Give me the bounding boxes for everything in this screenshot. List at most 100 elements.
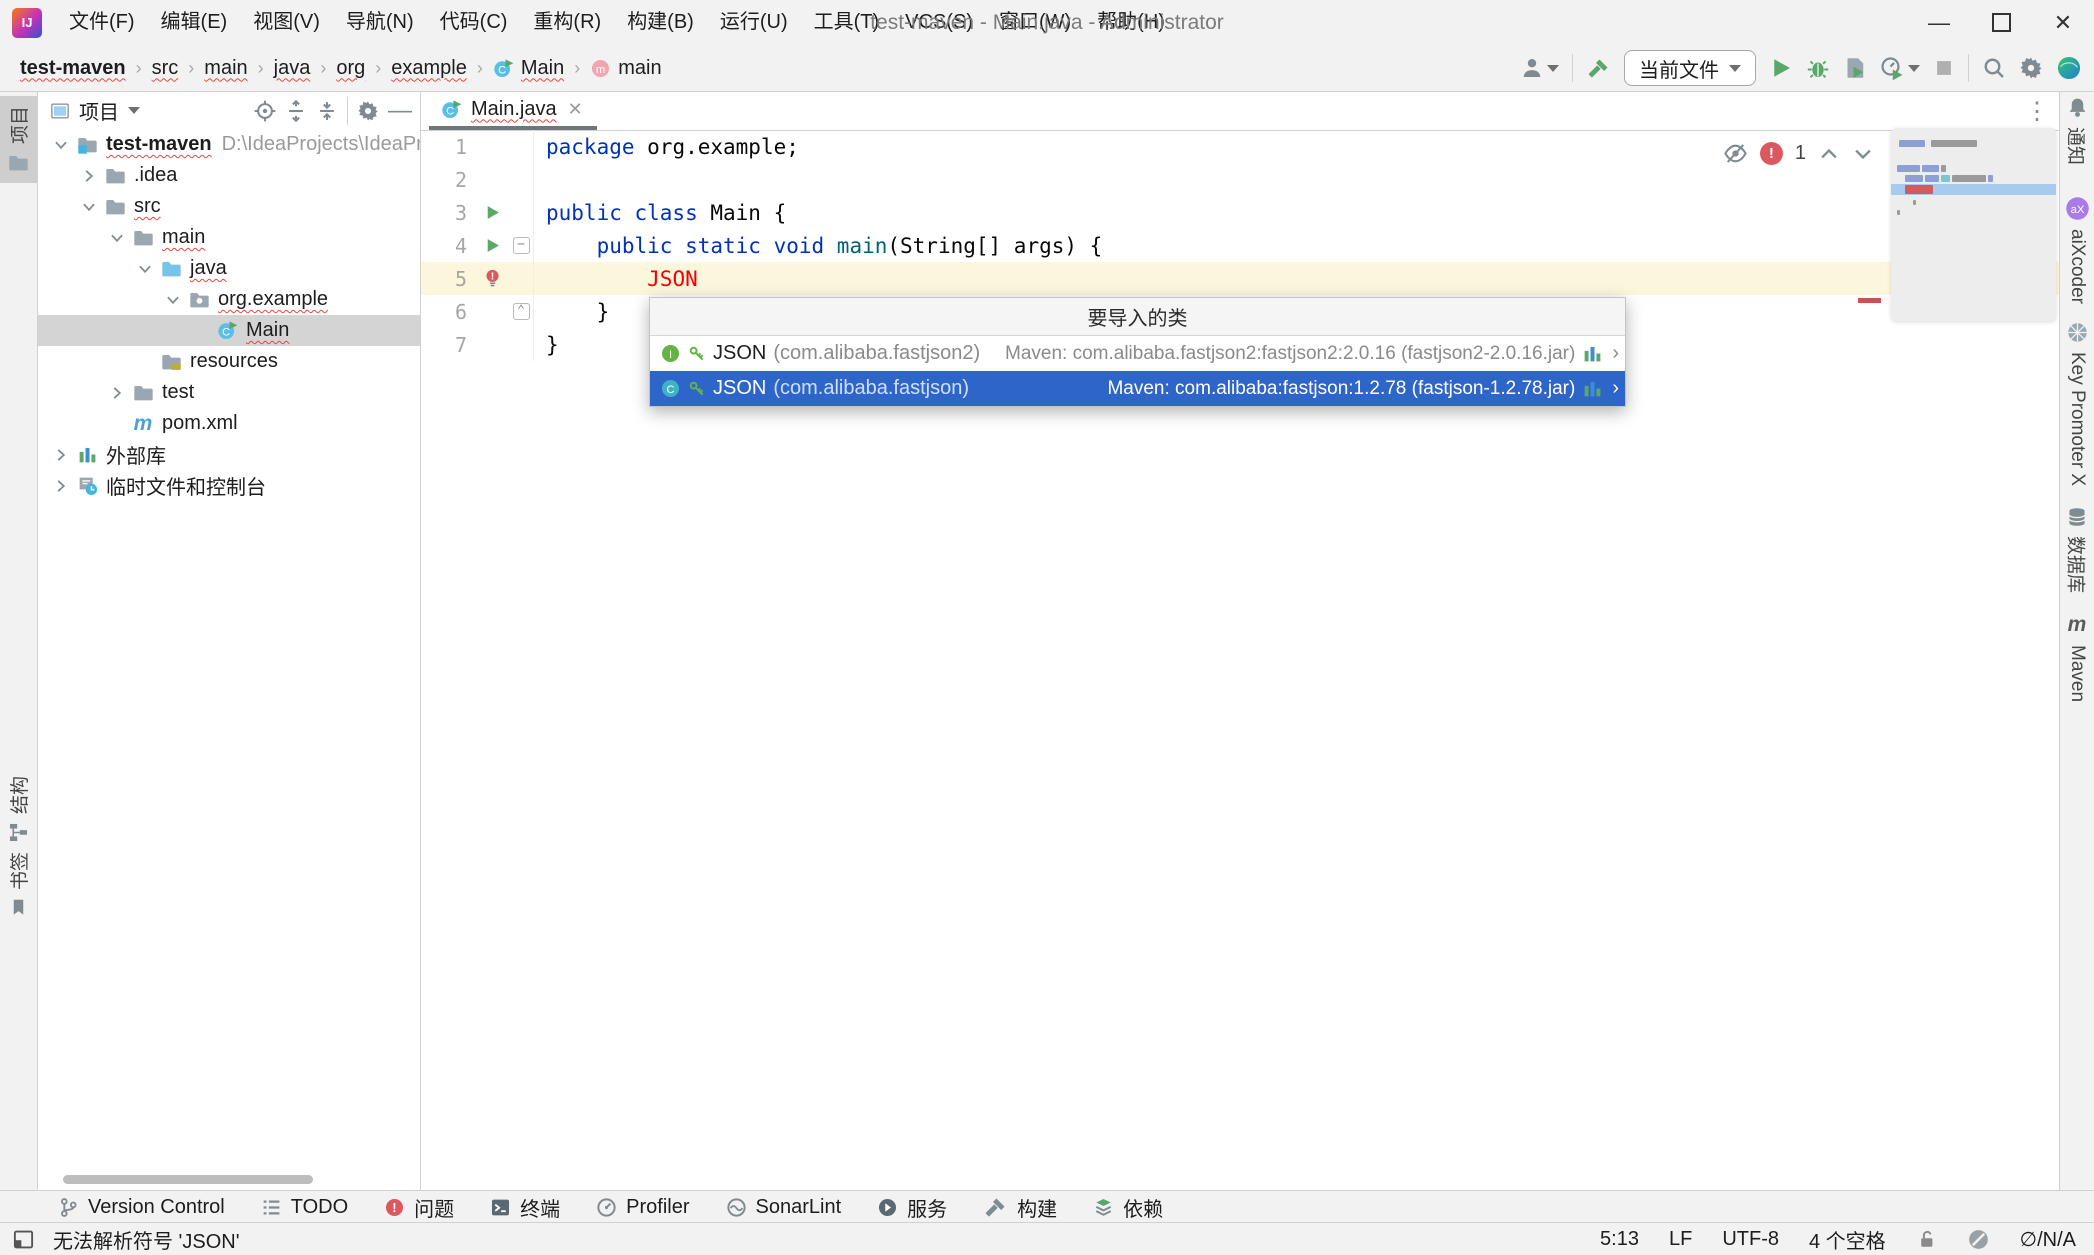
breadcrumb-item[interactable]: CMain (493, 57, 564, 80)
menu-item[interactable]: 构建(B) (614, 11, 707, 33)
code-line[interactable]: 4 − public static void main(String[] arg… (421, 229, 2059, 262)
menu-item[interactable]: 视图(V) (240, 11, 333, 33)
fold-marker-icon[interactable]: − (513, 237, 530, 254)
import-option-com.alibaba.fastjson[interactable]: C JSON (com.alibaba.fastjson) Maven: com… (650, 371, 1625, 406)
tree-item-org.example[interactable]: org.example (38, 284, 420, 315)
tool-window-button-Profiler[interactable]: Profiler (596, 1196, 689, 1219)
stripe-button-structure[interactable]: 结构 (0, 776, 37, 843)
stripe-button-project[interactable]: 项目 (0, 96, 37, 183)
menu-item[interactable]: 导航(N) (333, 11, 427, 33)
stripe-button-数据库[interactable]: 数据库 (2060, 506, 2094, 593)
bug-icon[interactable] (1806, 56, 1830, 80)
tool-window-button-问题[interactable]: !问题 (384, 1193, 454, 1222)
tree-item-外部库[interactable]: 外部库 (38, 439, 420, 470)
tree-item-.idea[interactable]: .idea (38, 160, 420, 191)
stripe-button-bookmarks[interactable]: 书签 (0, 852, 37, 917)
code-line[interactable]: 5 ! JSON (421, 262, 2059, 295)
tree-item-src[interactable]: src (38, 191, 420, 222)
coverage-icon[interactable] (1843, 56, 1867, 80)
chev-right-icon[interactable] (52, 477, 70, 495)
caret-position[interactable]: 5:13 (1600, 1228, 1639, 1251)
tree-item-临时文件和控制台[interactable]: 临时文件和控制台 (38, 470, 420, 501)
breadcrumb-item[interactable]: main (204, 57, 247, 80)
tool-window-button-SonarLint[interactable]: SonarLint (726, 1196, 842, 1219)
play-icon[interactable] (1769, 56, 1793, 80)
gear-icon[interactable] (2019, 56, 2043, 80)
tree-item-java[interactable]: java (38, 253, 420, 284)
tool-window-button-Version Control[interactable]: Version Control (58, 1196, 225, 1219)
indent-setting[interactable]: 4 个空格 (1809, 1225, 1886, 1254)
menu-item[interactable]: 代码(C) (427, 11, 521, 33)
chevron-down-icon[interactable] (128, 107, 140, 114)
breadcrumb-item[interactable]: test-maven (20, 57, 126, 80)
tree-item-main[interactable]: main (38, 222, 420, 253)
minimize-button[interactable]: — (1908, 0, 1970, 45)
run-config-selector[interactable]: 当前文件 (1624, 50, 1756, 86)
tree-item-Main[interactable]: CMain (38, 315, 420, 346)
line-ending[interactable]: LF (1669, 1228, 1692, 1251)
stripe-button-Key Promoter X[interactable]: Key Promoter X (2060, 321, 2094, 486)
vcs-user-button[interactable] (1520, 56, 1559, 80)
chev-right-icon[interactable] (52, 446, 70, 464)
hammer-icon[interactable] (1586, 56, 1611, 81)
chev-down-icon[interactable] (108, 229, 126, 247)
code-line[interactable]: 2 (421, 163, 2059, 196)
menu-item[interactable]: 文件(F) (56, 11, 148, 33)
tool-window-button-服务[interactable]: 服务 (877, 1193, 947, 1222)
stop-icon[interactable] (1933, 57, 1955, 79)
reader-mode-off-icon[interactable] (1723, 141, 1748, 166)
breadcrumb-item[interactable]: example (391, 57, 467, 80)
tool-window-quick-access-icon[interactable] (12, 1228, 35, 1251)
prev-problem-icon[interactable] (1818, 143, 1840, 165)
chev-right-icon[interactable] (80, 167, 98, 185)
code-minimap[interactable] (1891, 128, 2056, 321)
unlock-icon[interactable] (1916, 1229, 1937, 1250)
code-vision-icon[interactable] (1967, 1228, 1990, 1251)
collapse-all-icon[interactable] (316, 100, 338, 122)
tool-window-button-终端[interactable]: 终端 (490, 1193, 560, 1222)
fold-end-icon[interactable]: ⌃ (513, 303, 530, 320)
memory-ratio[interactable]: ∅/N/A (2020, 1227, 2076, 1252)
run-arrow-icon[interactable] (484, 204, 501, 221)
settings-gear-icon[interactable] (357, 100, 379, 122)
tab-options-icon[interactable]: ⋮ (2025, 97, 2049, 126)
stripe-button-Maven[interactable]: m Maven (2060, 613, 2094, 702)
sphere-icon[interactable] (2056, 55, 2082, 81)
stripe-button-aiXcoder[interactable]: aX aiXcoder (2060, 196, 2094, 304)
chev-down-icon[interactable] (52, 136, 70, 154)
profiler-run-button[interactable] (1880, 56, 1920, 80)
import-option-com.alibaba.fastjson2[interactable]: I JSON (com.alibaba.fastjson2) Maven: co… (650, 336, 1625, 371)
breadcrumb-item[interactable]: mmain (590, 57, 661, 80)
bulb-error-icon[interactable]: ! (482, 268, 503, 289)
tree-item-resources[interactable]: resources (38, 346, 420, 377)
tree-item-test-maven[interactable]: test-mavenD:\IdeaProjects\IdeaProje (38, 129, 420, 160)
tree-item-test[interactable]: test (38, 377, 420, 408)
chev-down-icon[interactable] (136, 260, 154, 278)
code-line[interactable]: 3 public class Main { (421, 196, 2059, 229)
error-stripe-mark[interactable] (1858, 298, 1881, 303)
breadcrumb-item[interactable]: src (152, 57, 179, 80)
chev-down-icon[interactable] (164, 291, 182, 309)
error-badge-icon[interactable]: ! (1760, 142, 1783, 165)
error-count[interactable]: 1 (1795, 142, 1806, 165)
search-icon[interactable] (1982, 56, 2006, 80)
breadcrumb-item[interactable]: org (336, 57, 365, 80)
tool-window-button-TODO[interactable]: TODO (261, 1196, 348, 1219)
tab-close-icon[interactable]: ✕ (568, 99, 583, 120)
stripe-button-通知[interactable]: 通知 (2060, 96, 2094, 165)
maximize-button[interactable] (1970, 0, 2032, 45)
project-tree-hscrollbar[interactable] (63, 1175, 313, 1184)
tree-item-pom.xml[interactable]: mpom.xml (38, 408, 420, 439)
locate-file-icon[interactable] (254, 100, 276, 122)
close-button[interactable]: ✕ (2032, 0, 2094, 45)
chev-down-icon[interactable] (80, 198, 98, 216)
breadcrumb-item[interactable]: java (274, 57, 311, 80)
run-arrow-icon[interactable] (484, 237, 501, 254)
tool-window-button-构建[interactable]: 构建 (983, 1193, 1057, 1222)
code-editor[interactable]: 1 package org.example; 2 3 public class … (421, 130, 2059, 1190)
menu-item[interactable]: 运行(U) (707, 11, 801, 33)
next-problem-icon[interactable] (1852, 143, 1874, 165)
project-panel-title[interactable]: 项目 (79, 96, 119, 125)
hide-panel-icon[interactable]: — (388, 97, 412, 125)
menu-item[interactable]: 编辑(E) (148, 11, 241, 33)
